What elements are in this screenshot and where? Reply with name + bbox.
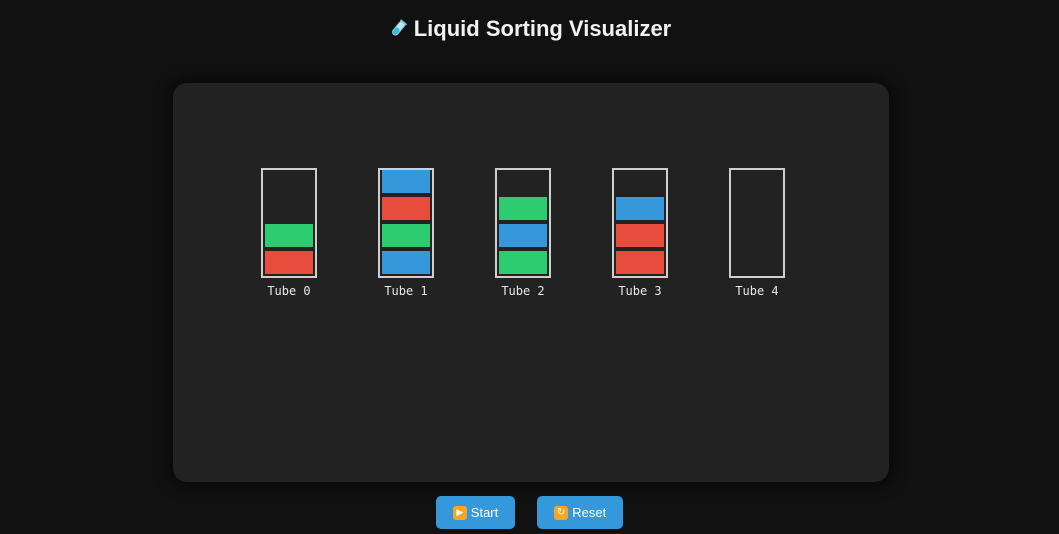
tube-item[interactable]: Tube 4: [729, 168, 785, 298]
liquid-layer-red: [616, 251, 664, 274]
controls-bar: ▶ Start ↻ Reset: [0, 496, 1059, 529]
tube-item[interactable]: Tube 3: [612, 168, 668, 298]
tube-label: Tube 3: [618, 284, 662, 298]
tube-item[interactable]: Tube 0: [261, 168, 317, 298]
tube[interactable]: [378, 168, 434, 278]
tube-item[interactable]: Tube 1: [378, 168, 434, 298]
tube[interactable]: [729, 168, 785, 278]
tube-label: Tube 4: [735, 284, 779, 298]
play-icon: ▶: [452, 505, 467, 520]
test-tube-icon: [388, 17, 408, 42]
liquid-layer-blue: [616, 197, 664, 220]
tube-board: Tube 0 Tube 1 Tube 2 Tube 3 Tube 4: [173, 83, 889, 482]
page-title-text: Liquid Sorting Visualizer: [413, 16, 672, 41]
liquid-layer-blue: [382, 170, 430, 193]
start-button[interactable]: ▶ Start: [435, 496, 516, 529]
liquid-layer-red: [616, 224, 664, 247]
tube-label: Tube 0: [267, 284, 311, 298]
liquid-layer-blue: [382, 251, 430, 274]
tube[interactable]: [261, 168, 317, 278]
liquid-layer-red: [265, 251, 313, 274]
tube-item[interactable]: Tube 2: [495, 168, 551, 298]
reset-button[interactable]: ↻ Reset: [537, 496, 624, 529]
liquid-layer-green: [499, 251, 547, 274]
tube[interactable]: [612, 168, 668, 278]
liquid-layer-green: [265, 224, 313, 247]
tube-row: Tube 0 Tube 1 Tube 2 Tube 3 Tube 4: [261, 168, 785, 298]
tube[interactable]: [495, 168, 551, 278]
tube-label: Tube 2: [501, 284, 545, 298]
reset-button-label: Reset: [572, 505, 607, 520]
start-button-label: Start: [470, 505, 499, 520]
liquid-layer-green: [382, 224, 430, 247]
liquid-layer-red: [382, 197, 430, 220]
tube-label: Tube 1: [384, 284, 428, 298]
repeat-icon: ↻: [554, 505, 569, 520]
liquid-layer-blue: [499, 224, 547, 247]
page-title: Liquid Sorting Visualizer: [0, 16, 1059, 42]
liquid-layer-green: [499, 197, 547, 220]
